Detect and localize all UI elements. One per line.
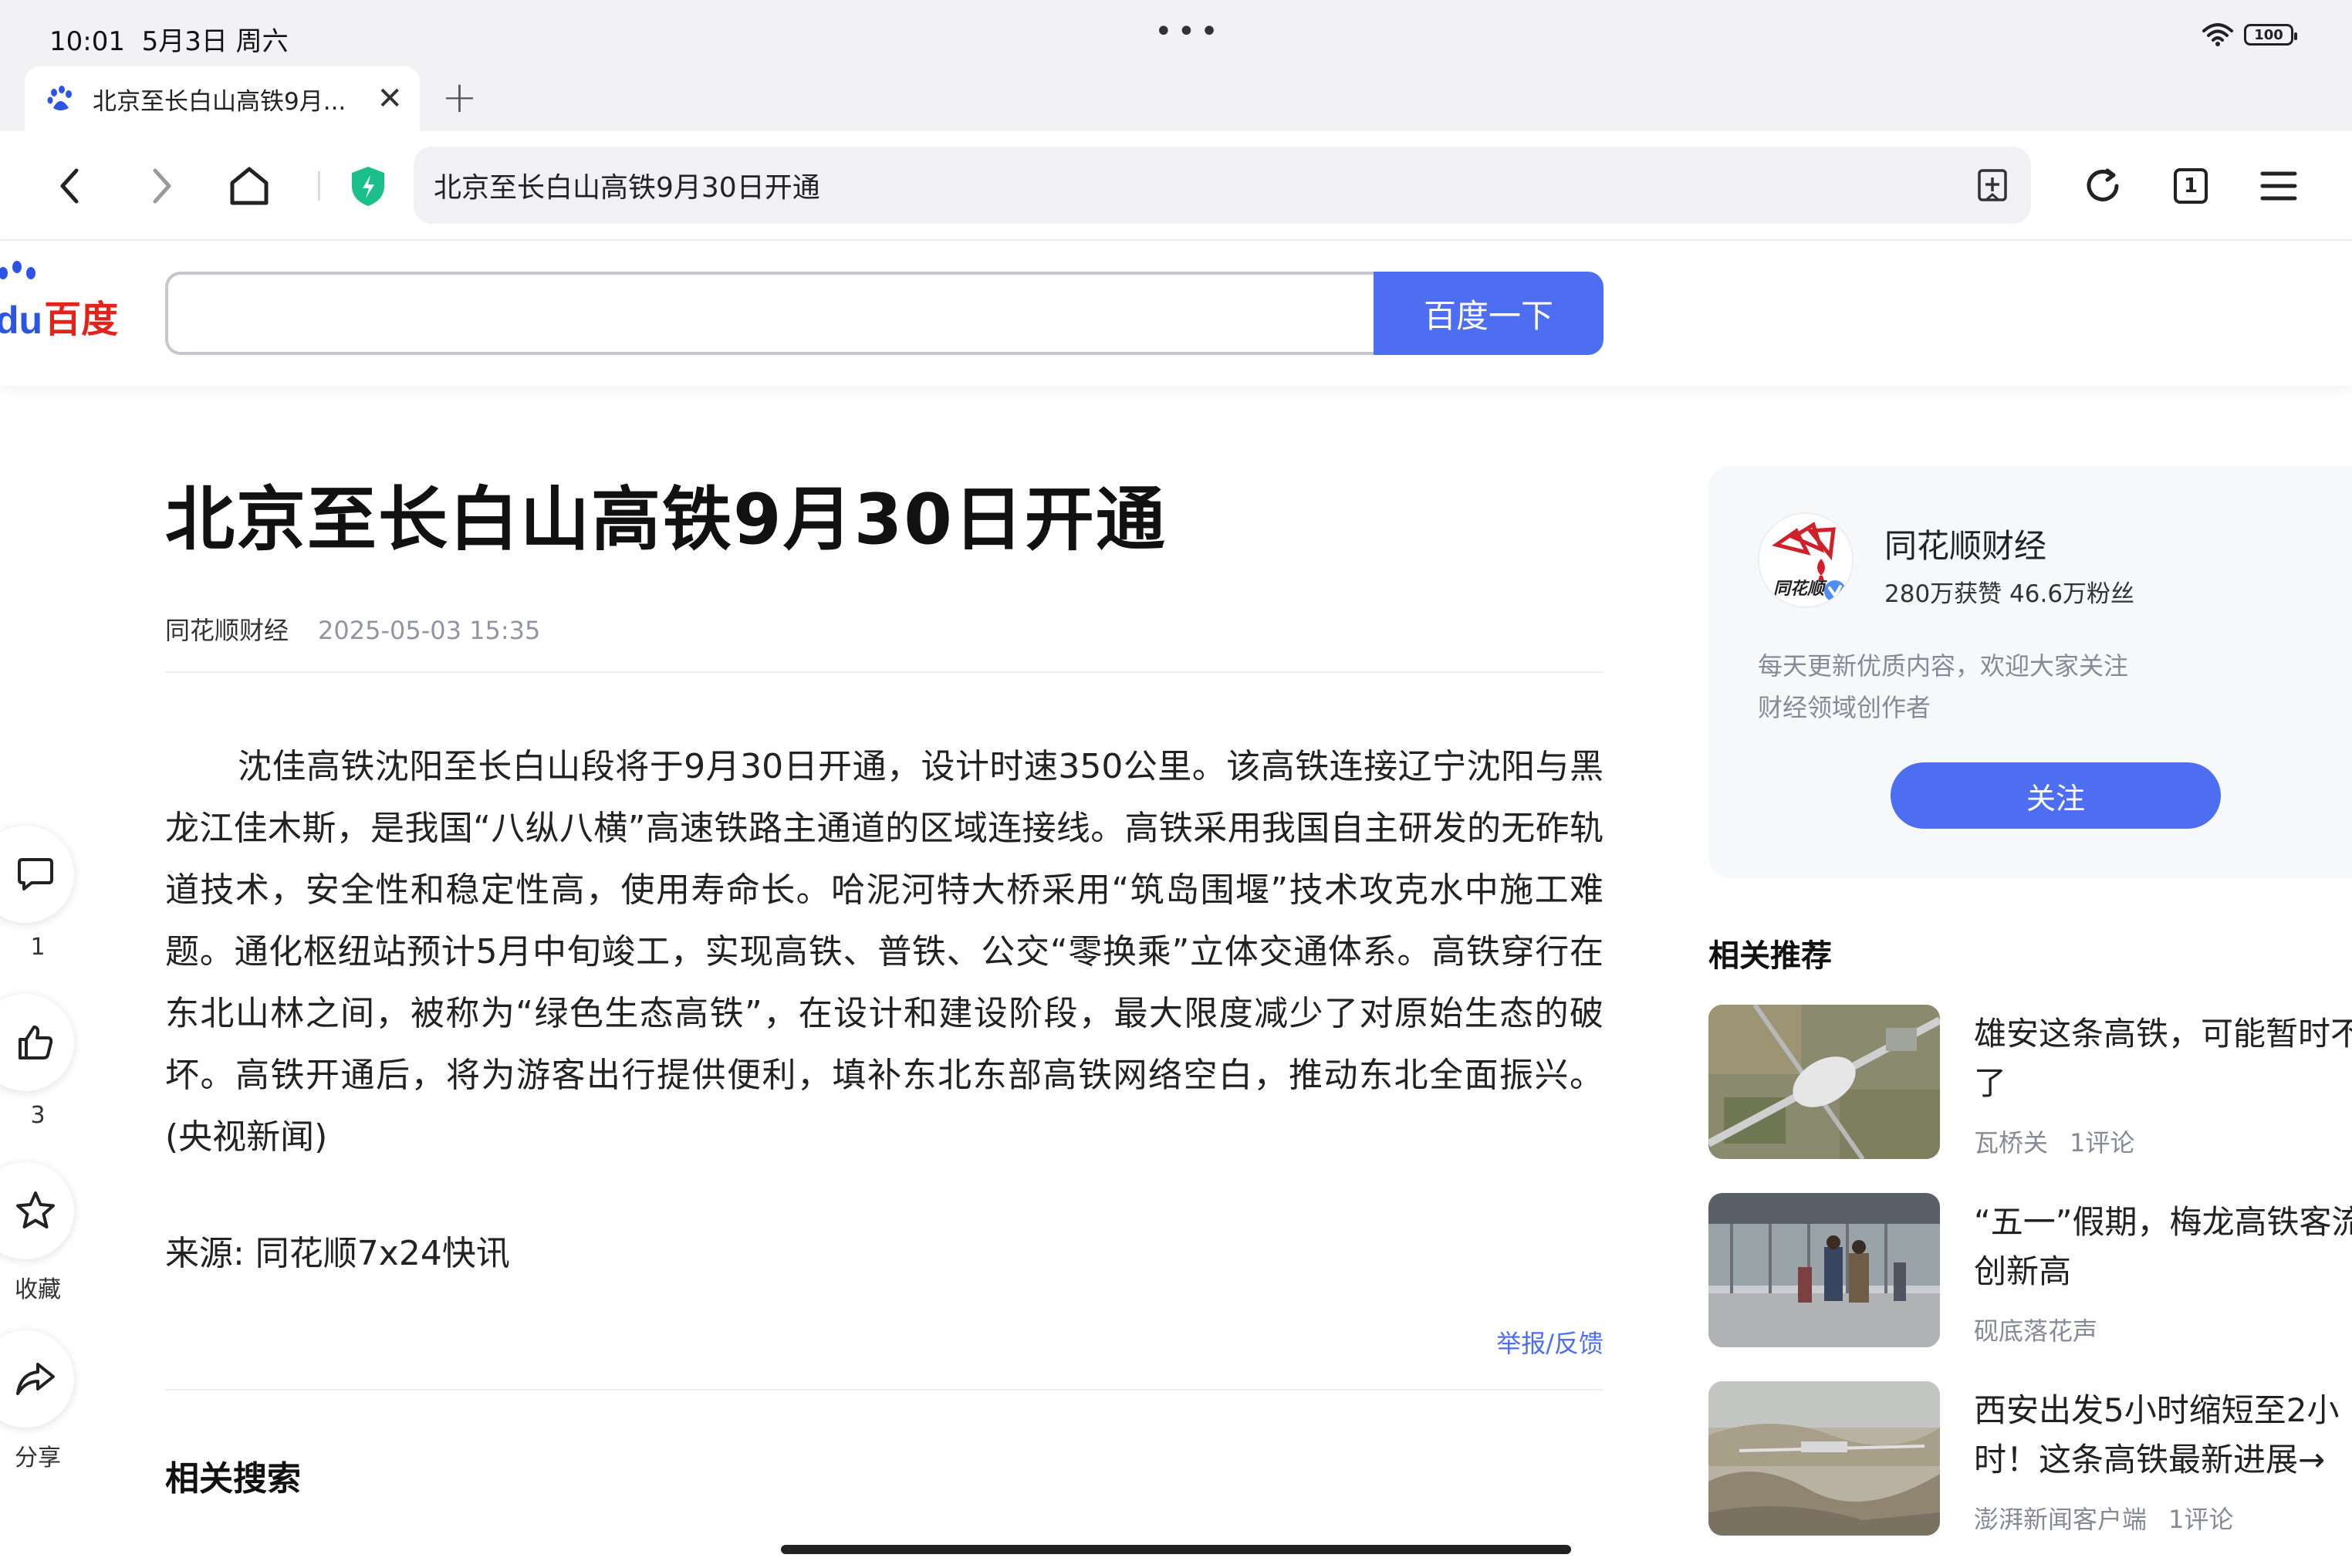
author-name[interactable]: 同花顺财经: [1884, 520, 2046, 567]
baidu-paw-icon: [0, 261, 35, 279]
author-stats: 280万获赞 46.6万粉丝: [1884, 580, 2135, 608]
rec-title[interactable]: “五一”假期，梅龙高铁客流 创新高: [1974, 1198, 2352, 1296]
home-icon: [230, 167, 269, 205]
home-button[interactable]: [224, 161, 275, 211]
back-button[interactable]: [45, 161, 96, 211]
thumbnail-image[interactable]: [1708, 1381, 1940, 1536]
share-button[interactable]: [0, 1330, 74, 1428]
comment-button[interactable]: [0, 826, 74, 923]
browser-toolbar: 北京至长白山高铁9月30日开通 1: [0, 131, 2352, 241]
date-text: 5月3日 周六: [141, 26, 289, 57]
rec-meta: 瓦桥关 1评论: [1974, 1124, 2134, 1159]
security-button[interactable]: [343, 161, 394, 211]
rec-source: 瓦桥关: [1974, 1128, 2049, 1157]
tab-bar: 北京至长白山高铁9月... ✕ +: [0, 63, 2352, 131]
article-body: 沈佳高铁沈阳至长白山段将于9月30日开通，设计时速350公里。该高铁连接辽宁沈阳…: [165, 747, 1603, 1157]
refresh-icon: [2087, 168, 2119, 201]
thumbnail-image[interactable]: [1708, 1005, 1940, 1159]
list-item[interactable]: “五一”假期，梅龙高铁客流 创新高 砚底落花声: [1708, 1193, 2352, 1349]
recommendations-heading: 相关推荐: [1708, 938, 1832, 974]
close-tab-icon[interactable]: ✕: [377, 81, 403, 117]
tab-active[interactable]: 北京至长白山高铁9月... ✕: [25, 66, 420, 131]
status-time: 10:01 5月3日 周六: [49, 20, 289, 58]
baidu-paw-icon: [47, 86, 72, 110]
home-indicator[interactable]: [781, 1545, 1571, 1554]
station-platform-image: [1708, 1193, 1940, 1347]
like-action[interactable]: 3: [0, 994, 76, 1129]
rec-source: 砚底落花声: [1974, 1316, 2098, 1346]
author-desc-line: 财经领域创作者: [1758, 693, 1931, 722]
menu-button[interactable]: [2253, 161, 2304, 211]
tabs-button[interactable]: 1: [2165, 161, 2216, 211]
article-time: 2025-05-03 15:35: [318, 616, 541, 645]
shield-icon: [352, 167, 384, 206]
back-icon: [60, 168, 79, 204]
new-tab-button[interactable]: +: [441, 73, 478, 123]
rec-title[interactable]: 西安出发5小时缩短至2小 时！这条高铁最新进展→: [1974, 1386, 2352, 1485]
avatar[interactable]: 同花顺: [1758, 512, 1854, 608]
list-item[interactable]: 西安出发5小时缩短至2小 时！这条高铁最新进展→ 澎湃新闻客户端 1评论: [1708, 1381, 2352, 1537]
multitask-dots-icon[interactable]: •••: [1154, 14, 1223, 49]
forward-icon: [153, 168, 171, 204]
rec-meta: 砚底落花声: [1974, 1312, 2119, 1347]
list-item[interactable]: 雄安这条高铁，可能暂时不 了 瓦桥关 1评论: [1708, 1005, 2352, 1161]
article-title: 北京至长白山高铁9月30日开通: [165, 479, 1167, 560]
thumbnail-image[interactable]: [1708, 1193, 1940, 1347]
divider: [165, 1389, 1603, 1391]
avatar-text: 同花顺: [1773, 580, 1827, 599]
rec-meta: 澎湃新闻客户端 1评论: [1974, 1500, 2233, 1536]
favorite-action[interactable]: 收藏: [0, 1162, 76, 1304]
forward-button[interactable]: [136, 161, 187, 211]
add-bookmark-icon[interactable]: [1977, 168, 2008, 202]
battery-indicator: 100: [2244, 24, 2297, 46]
status-indicators: 100: [2202, 23, 2297, 46]
tab-title: 北京至长白山高铁9月...: [93, 87, 346, 116]
time-text: 10:01: [49, 26, 125, 57]
comment-icon: [18, 858, 53, 890]
baidu-logo-text: 百度: [44, 298, 119, 341]
article-source: 来源: 同花顺7x24快讯: [165, 1234, 510, 1273]
tonghuashun-logo-icon: 同花顺: [1772, 522, 1846, 602]
article-author[interactable]: 同花顺财经: [165, 616, 289, 645]
baidu-search-input[interactable]: [165, 272, 1374, 355]
related-search-heading: 相关搜索: [165, 1459, 301, 1499]
status-bar: 10:01 5月3日 周六 ••• 100: [0, 0, 2352, 63]
like-count: 3: [30, 1102, 46, 1129]
rec-source: 澎湃新闻客户端: [1974, 1505, 2148, 1534]
baidu-header: du 百度 百度一下: [0, 242, 2352, 386]
report-feedback-link[interactable]: 举报/反馈: [1496, 1324, 1603, 1360]
toolbar-divider: [318, 171, 320, 201]
rec-comments: 1评论: [2168, 1505, 2234, 1534]
article-meta: 同花顺财经 2025-05-03 15:35: [165, 611, 540, 647]
tab-count: 1: [2174, 168, 2208, 204]
like-button[interactable]: [0, 994, 74, 1091]
wifi-icon: [2202, 23, 2233, 46]
favorite-label: 收藏: [15, 1276, 61, 1303]
author-desc-line: 每天更新优质内容，欢迎大家关注: [1758, 651, 2129, 681]
author-description: 每天更新优质内容，欢迎大家关注 财经领域创作者: [1758, 645, 2221, 728]
comment-action[interactable]: 1: [0, 826, 76, 961]
menu-icon: [2260, 171, 2297, 201]
battery-level: 100: [2254, 26, 2283, 43]
address-text[interactable]: 北京至长白山高铁9月30日开通: [434, 165, 1977, 205]
author-card: 同花顺 同花顺财经 280万获赞 46.6万粉丝 每天更新优质内容，欢迎大家关注…: [1708, 466, 2352, 878]
share-icon: [16, 1363, 55, 1395]
favorite-button[interactable]: [0, 1162, 74, 1259]
follow-button[interactable]: 关注: [1891, 762, 2221, 829]
refresh-button[interactable]: [2077, 161, 2128, 211]
aerial-station-image: [1708, 1005, 1940, 1159]
like-icon: [19, 1026, 53, 1059]
divider: [165, 671, 1603, 673]
baidu-logo[interactable]: du 百度: [0, 261, 119, 343]
share-label: 分享: [15, 1445, 61, 1472]
share-action[interactable]: 分享: [0, 1330, 76, 1472]
baidu-search-button[interactable]: 百度一下: [1374, 272, 1603, 355]
rec-comments: 1评论: [2070, 1128, 2135, 1157]
address-bar[interactable]: 北京至长白山高铁9月30日开通: [414, 147, 2031, 224]
rec-title[interactable]: 雄安这条高铁，可能暂时不 了: [1974, 1009, 2352, 1108]
loess-landscape-image: [1708, 1381, 1940, 1536]
star-icon: [16, 1191, 55, 1228]
comment-count: 1: [30, 934, 46, 961]
